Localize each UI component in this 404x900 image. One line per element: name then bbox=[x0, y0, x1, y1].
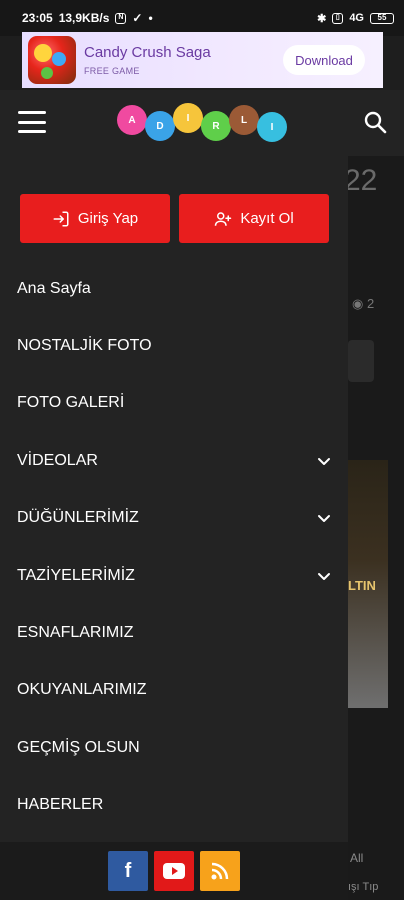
menu-item-label: OKUYANLARIMIZ bbox=[17, 681, 147, 699]
menu-item-label: HABERLER bbox=[17, 796, 104, 814]
signal-icon: 4G bbox=[349, 12, 364, 24]
eye-icon: ◉ bbox=[352, 296, 364, 311]
drawer-menu-item[interactable]: Ana Sayfa bbox=[0, 260, 348, 317]
logo-letter-ball: L bbox=[229, 105, 259, 135]
view-count: ◉ 2 bbox=[352, 296, 375, 311]
drawer-menu-item[interactable]: OKUYANLARIMIZ bbox=[0, 662, 348, 719]
chevron-down-icon[interactable] bbox=[316, 510, 332, 526]
drawer-menu-item[interactable]: DÜĞÜNLERİMİZ bbox=[0, 490, 348, 547]
menu-item-label: GEÇMİŞ OLSUN bbox=[17, 738, 140, 756]
vibrate-icon: ▯ bbox=[332, 12, 344, 24]
rss-button[interactable] bbox=[200, 851, 240, 891]
logo-letter-ball: I bbox=[173, 103, 203, 133]
logo-letter-ball: R bbox=[201, 111, 231, 141]
logo-letter-ball: I bbox=[257, 112, 287, 142]
app-header: ADIRLI bbox=[0, 90, 404, 156]
search-icon[interactable] bbox=[363, 110, 387, 134]
rss-icon bbox=[211, 862, 229, 880]
auth-buttons: Giriş Yap Kayıt Ol bbox=[20, 194, 329, 243]
social-links: f bbox=[0, 842, 348, 900]
ad-banner[interactable]: Candy Crush Saga FREE GAME Download bbox=[22, 32, 383, 88]
bluetooth-icon: ✱ bbox=[317, 12, 327, 25]
chevron-down-icon[interactable] bbox=[316, 568, 332, 584]
drawer-menu-item[interactable]: TAZİYELERİMİZ bbox=[0, 547, 348, 604]
image-caption: LTIN bbox=[348, 578, 376, 593]
hamburger-icon[interactable] bbox=[18, 111, 46, 133]
logo-letter-ball: A bbox=[117, 105, 147, 135]
background-text-1: All bbox=[350, 851, 364, 865]
background-text-2: ışı Tıp bbox=[348, 881, 379, 893]
status-bar: 23:05 13,9KB/s N ✓ • ✱ ▯ 4G 55 bbox=[0, 0, 404, 36]
download-complete-icon: ✓ bbox=[132, 11, 143, 25]
youtube-button[interactable] bbox=[154, 851, 194, 891]
login-icon bbox=[53, 211, 69, 226]
login-button[interactable]: Giriş Yap bbox=[20, 194, 170, 243]
candy-crush-app-icon[interactable] bbox=[28, 36, 76, 84]
menu-item-label: Ana Sayfa bbox=[17, 279, 91, 297]
chevron-down-icon[interactable] bbox=[316, 453, 332, 469]
background-number: 22 bbox=[344, 164, 378, 197]
drawer-menu-item[interactable]: VİDEOLAR bbox=[0, 432, 348, 489]
register-button[interactable]: Kayıt Ol bbox=[179, 194, 329, 243]
drawer-menu: Ana Sayfa NOSTALJİK FOTO FOTO GALERİ VİDEOL… bbox=[0, 260, 348, 834]
facebook-icon: f bbox=[124, 859, 132, 882]
menu-item-label: VİDEOLAR bbox=[17, 451, 98, 469]
notification-dot-icon: • bbox=[148, 11, 153, 25]
drawer-menu-item[interactable]: ESNAFLARIMIZ bbox=[0, 604, 348, 661]
drawer-menu-item[interactable]: GEÇMİŞ OLSUN bbox=[0, 719, 348, 776]
app-screen: 23:05 13,9KB/s N ✓ • ✱ ▯ 4G 55 Candy Cru… bbox=[0, 0, 404, 900]
status-time: 23:05 bbox=[22, 11, 53, 25]
menu-item-label: FOTO GALERİ bbox=[17, 394, 125, 412]
print-button bbox=[348, 340, 374, 382]
drawer-menu-item[interactable]: NOSTALJİK FOTO bbox=[0, 317, 348, 374]
navigation-drawer: Giriş Yap Kayıt Ol Ana Sayfa NOSTALJİK FO… bbox=[0, 156, 348, 900]
article-image: LTIN bbox=[348, 460, 388, 708]
menu-item-label: DÜĞÜNLERİMİZ bbox=[17, 509, 139, 527]
youtube-icon bbox=[163, 863, 185, 879]
site-logo[interactable]: ADIRLI bbox=[117, 102, 289, 142]
drawer-menu-item[interactable]: HABERLER bbox=[0, 777, 348, 834]
status-speed: 13,9KB/s bbox=[58, 11, 110, 25]
logo-letter-ball: D bbox=[145, 111, 175, 141]
ad-title[interactable]: Candy Crush Saga bbox=[84, 44, 211, 61]
menu-item-label: TAZİYELERİMİZ bbox=[17, 566, 135, 584]
menu-item-label: ESNAFLARIMIZ bbox=[17, 624, 134, 642]
menu-item-label: NOSTALJİK FOTO bbox=[17, 337, 152, 355]
add-user-icon bbox=[215, 211, 232, 226]
facebook-button[interactable]: f bbox=[108, 851, 148, 891]
battery-icon: 55 bbox=[370, 12, 394, 24]
page-content-behind-drawer: 22 ◉ 2 LTIN All ışı Tıp bbox=[344, 156, 404, 900]
login-label: Giriş Yap bbox=[77, 210, 139, 227]
ad-subtitle: FREE GAME bbox=[84, 66, 140, 76]
nfc-icon: N bbox=[115, 12, 127, 24]
drawer-menu-item[interactable]: FOTO GALERİ bbox=[0, 375, 348, 432]
register-label: Kayıt Ol bbox=[240, 210, 294, 227]
ad-download-button[interactable]: Download bbox=[283, 45, 365, 75]
